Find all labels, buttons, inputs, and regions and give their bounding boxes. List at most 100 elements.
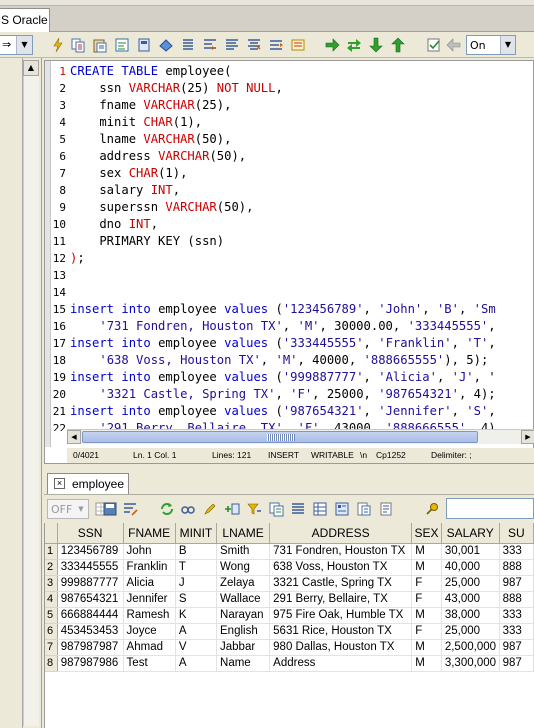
link-icon[interactable] xyxy=(180,501,196,517)
code-line[interactable]: 3 fname VARCHAR(25), xyxy=(51,97,534,114)
chevron-down-icon[interactable]: ▼ xyxy=(16,36,32,54)
table-cell[interactable]: B xyxy=(175,543,218,560)
table-cell[interactable]: Narayan xyxy=(216,607,271,624)
code-line[interactable]: 14 xyxy=(51,284,534,301)
format-icon[interactable] xyxy=(114,37,130,53)
scroll-left-icon[interactable]: ◀ xyxy=(67,430,81,444)
code-line[interactable]: 2 ssn VARCHAR(25) NOT NULL, xyxy=(51,80,534,97)
table-cell[interactable]: 999887777 xyxy=(57,575,124,592)
table-cell[interactable]: 30,001 xyxy=(441,543,500,560)
column-header[interactable]: SU xyxy=(499,523,534,544)
table-cell[interactable]: V xyxy=(175,639,218,656)
table-cell[interactable]: Jabbar xyxy=(216,639,271,656)
table-cell[interactable]: 333445555 xyxy=(57,559,124,576)
column-header[interactable]: SALARY xyxy=(441,523,500,544)
table-cell[interactable]: 5631 Rice, Houston TX xyxy=(269,623,413,640)
table-cell[interactable]: 291 Berry, Bellaire, TX xyxy=(269,591,413,608)
table-cell[interactable]: 3321 Castle, Spring TX xyxy=(269,575,413,592)
scrollbar-thumb[interactable] xyxy=(82,431,478,443)
outdent-icon[interactable] xyxy=(202,37,218,53)
column-header[interactable]: LNAME xyxy=(216,523,271,544)
chevron-down-icon[interactable]: ▼ xyxy=(500,36,515,54)
code-line[interactable]: 16 '731 Fondren, Houston TX', 'M', 30000… xyxy=(51,318,534,335)
table-cell[interactable]: F xyxy=(411,575,442,592)
table-row[interactable]: 1 123456789 John B Smith 731 Fondren, Houston… xyxy=(45,543,534,560)
autocommit-combo[interactable]: On ▼ xyxy=(466,35,516,55)
describe-icon[interactable] xyxy=(158,37,174,53)
comment-icon[interactable] xyxy=(224,37,240,53)
edit-icon[interactable] xyxy=(122,501,138,517)
table-cell[interactable]: Franklin xyxy=(123,559,176,576)
table-cell[interactable]: 123456789 xyxy=(57,543,124,560)
column-header[interactable]: ADDRESS xyxy=(269,523,413,544)
table-cell[interactable]: 25,000 xyxy=(441,575,500,592)
table-cell[interactable]: 888 xyxy=(499,591,534,608)
table-cell[interactable]: 987 xyxy=(499,575,534,592)
code-line[interactable]: 9 superssn VARCHAR(50), xyxy=(51,199,534,216)
table-cell[interactable]: Zelaya xyxy=(216,575,271,592)
navigator-scrollbar[interactable] xyxy=(23,60,39,726)
table-cell[interactable]: F xyxy=(411,591,442,608)
table-cell[interactable]: Address xyxy=(269,655,413,672)
table-cell[interactable]: Test xyxy=(123,655,176,672)
tab-employee[interactable]: × employee xyxy=(47,473,129,494)
table-cell[interactable]: 666884444 xyxy=(57,607,124,624)
table-cell[interactable]: 987654321 xyxy=(57,591,124,608)
save-icon[interactable] xyxy=(102,501,118,517)
table-icon[interactable] xyxy=(312,501,328,517)
table-row[interactable]: 6 453453453 Joyce A English 5631 Rice, Housto… xyxy=(45,623,534,640)
code-line[interactable]: 5 lname VARCHAR(50), xyxy=(51,131,534,148)
code-line[interactable]: 21 insert into employee values ('98765432… xyxy=(51,403,534,420)
column-header[interactable]: MINIT xyxy=(175,523,218,544)
code-line[interactable]: 10 dno INT, xyxy=(51,216,534,233)
close-icon[interactable]: × xyxy=(54,478,65,489)
editor-horizontal-scrollbar[interactable]: ◀ ▶ xyxy=(67,429,534,444)
table-row[interactable]: 8 987987986 Test A Name Address M 3,300,000 987 xyxy=(45,655,534,672)
refresh-icon[interactable] xyxy=(159,501,175,517)
table-cell[interactable]: K xyxy=(175,607,218,624)
code-line[interactable]: 8 salary INT, xyxy=(51,182,534,199)
table-cell[interactable]: 453453453 xyxy=(57,623,124,640)
table-cell[interactable]: 731 Fondren, Houston TX xyxy=(269,543,413,560)
connection-combo[interactable]: ⇒ ▼ xyxy=(0,35,33,55)
table-cell[interactable]: Jennifer xyxy=(123,591,176,608)
table-cell[interactable]: 888 xyxy=(499,559,534,576)
table-cell[interactable]: A xyxy=(175,623,218,640)
table-row[interactable]: 5 666884444 Ramesh K Narayan 975 Fire Oak, Hu… xyxy=(45,607,534,624)
table-cell[interactable]: 333 xyxy=(499,623,534,640)
chevron-down-icon[interactable]: ▼ xyxy=(75,501,87,517)
column-header[interactable]: SSN xyxy=(57,523,124,544)
table-cell[interactable]: Joyce xyxy=(123,623,176,640)
table-cell[interactable]: 333 xyxy=(499,543,534,560)
filter-combo[interactable]: OFF ▼ xyxy=(47,499,89,519)
table-cell[interactable]: Ahmad xyxy=(123,639,176,656)
table-cell[interactable]: M xyxy=(411,607,442,624)
sql-editor[interactable]: 1 CREATE TABLE employee(2 ssn VARCHAR(25)… xyxy=(44,60,534,464)
filter-icon[interactable] xyxy=(246,501,262,517)
pin-icon[interactable] xyxy=(424,501,440,517)
export-icon[interactable] xyxy=(356,501,372,517)
code-line[interactable]: 20 '3321 Castle, Spring TX', 'F', 25000,… xyxy=(51,386,534,403)
table-cell[interactable]: M xyxy=(411,639,442,656)
code-line[interactable]: 12); xyxy=(51,250,534,267)
indent-icon[interactable] xyxy=(180,37,196,53)
step-icon[interactable] xyxy=(346,37,362,53)
case-icon[interactable] xyxy=(268,37,284,53)
scroll-up-arrow-icon[interactable]: ▲ xyxy=(23,60,39,76)
table-cell[interactable]: M xyxy=(411,543,442,560)
table-cell[interactable]: Alicia xyxy=(123,575,176,592)
code-line[interactable]: 11 PRIMARY KEY (ssn) xyxy=(51,233,534,250)
align-icon[interactable] xyxy=(290,37,306,53)
table-cell[interactable]: S xyxy=(175,591,218,608)
table-cell[interactable]: F xyxy=(411,623,442,640)
table-cell[interactable]: 333 xyxy=(499,607,534,624)
table-cell[interactable]: Ramesh xyxy=(123,607,176,624)
table-cell[interactable]: J xyxy=(175,575,218,592)
code-line[interactable]: 6 address VARCHAR(50), xyxy=(51,148,534,165)
code-line[interactable]: 17 insert into employee values ('33344555… xyxy=(51,335,534,352)
commit-icon[interactable] xyxy=(426,37,442,53)
pencil-icon[interactable] xyxy=(202,501,218,517)
table-cell[interactable]: 25,000 xyxy=(441,623,500,640)
table-cell[interactable]: Name xyxy=(216,655,271,672)
table-cell[interactable]: 38,000 xyxy=(441,607,500,624)
